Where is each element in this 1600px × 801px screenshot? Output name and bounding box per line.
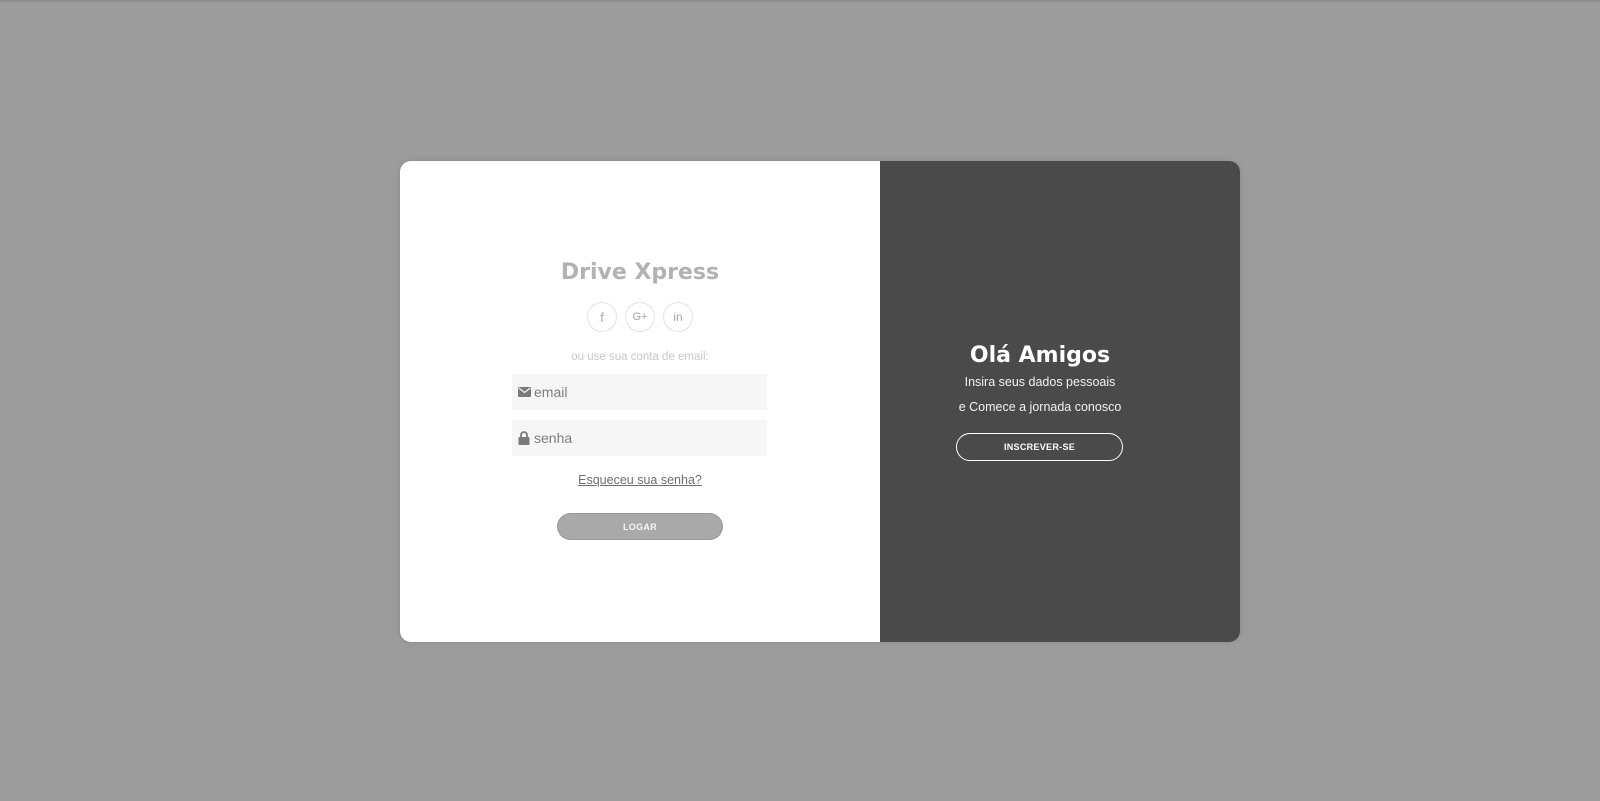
email-input[interactable] — [534, 384, 754, 400]
welcome-title: Olá Amigos — [969, 343, 1111, 368]
auth-card: Drive Xpress f G+ in ou use sua conta de… — [400, 161, 1240, 642]
forgot-password-link[interactable]: Esqueceu sua senha? — [400, 473, 880, 487]
facebook-icon[interactable]: f — [587, 302, 617, 332]
facebook-glyph: f — [600, 309, 604, 325]
password-input[interactable] — [534, 430, 754, 446]
brand-title: Drive Xpress — [560, 260, 720, 285]
signup-panel: Olá Amigos Insira seus dados pessoais e … — [880, 161, 1240, 642]
social-login-group: f G+ in — [400, 302, 880, 332]
welcome-line-2: e Comece a jornada conosco — [958, 400, 1122, 414]
signup-button[interactable]: INSCREVER-SE — [956, 433, 1123, 461]
login-panel: Drive Xpress f G+ in ou use sua conta de… — [400, 161, 880, 642]
welcome-line-1: Insira seus dados pessoais — [964, 375, 1116, 389]
top-border-line — [0, 0, 1600, 2]
email-field-wrapper — [512, 374, 767, 410]
linkedin-icon[interactable]: in — [663, 302, 693, 332]
envelope-icon — [516, 384, 532, 400]
email-hint-text: ou use sua conta de email: — [571, 351, 709, 363]
login-button[interactable]: LOGAR — [557, 513, 723, 540]
google-plus-glyph: G+ — [632, 311, 648, 323]
google-plus-icon[interactable]: G+ — [625, 302, 655, 332]
password-field-wrapper — [512, 420, 767, 456]
lock-icon — [516, 430, 532, 446]
linkedin-glyph: in — [673, 310, 683, 324]
